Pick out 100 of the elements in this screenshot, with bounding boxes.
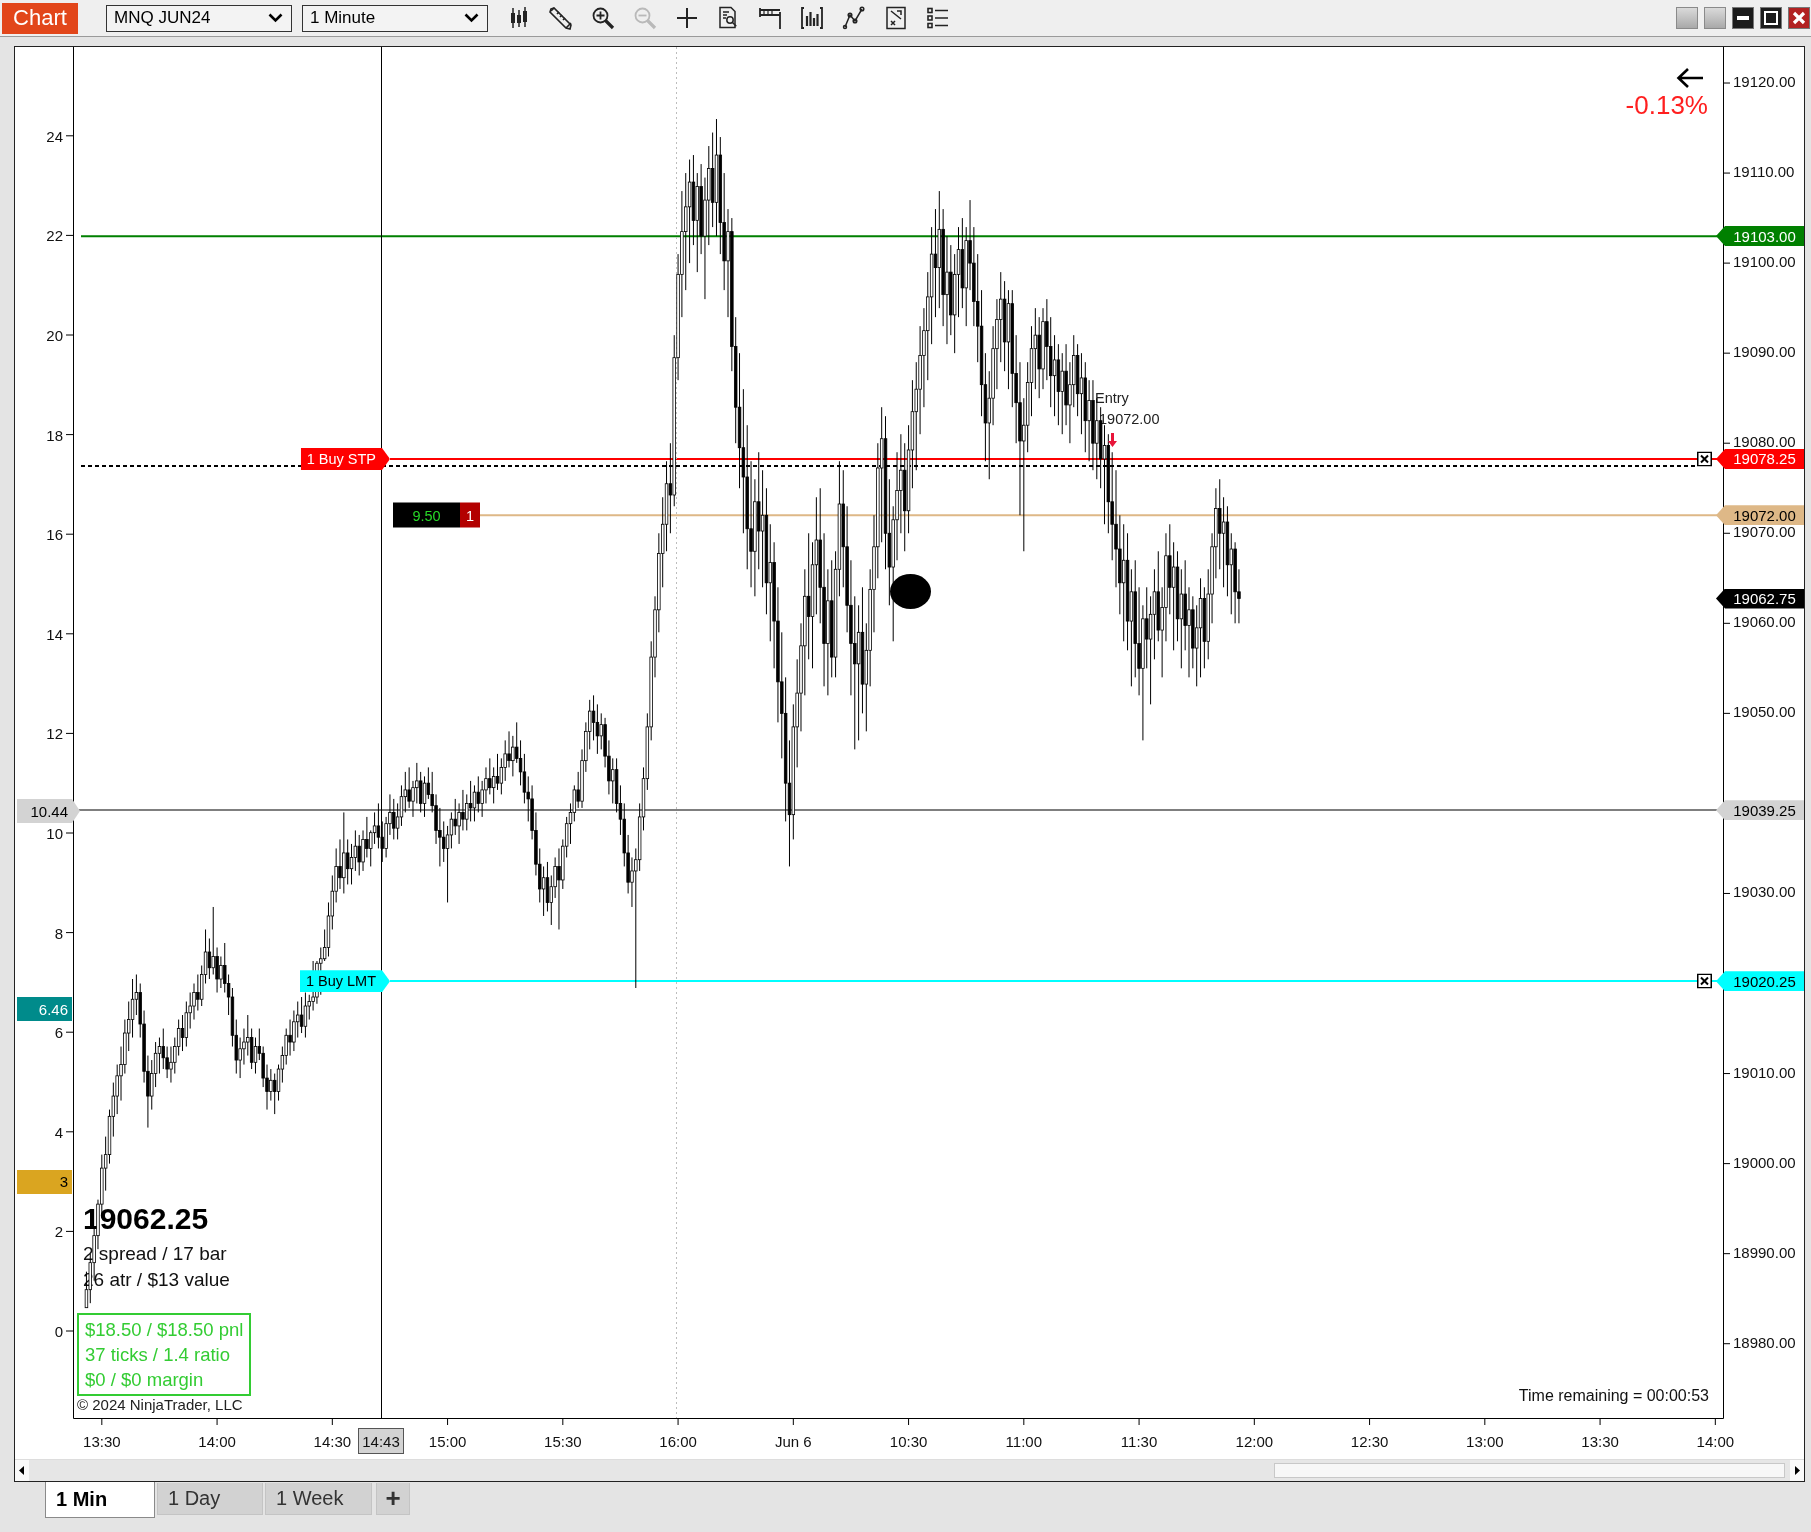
time-axis-label: 14:00	[1696, 1432, 1735, 1450]
time-axis-label: 13:30	[83, 1432, 121, 1450]
candlestick	[376, 802, 381, 849]
pnl-text: 37 ticks / 1.4 ratio	[85, 1343, 231, 1367]
candlestick	[1145, 586, 1149, 669]
candlestick	[303, 992, 308, 1039]
price-axis-label: 19110.00	[1733, 163, 1795, 179]
close-button[interactable]	[1788, 7, 1810, 29]
pencil-icon[interactable]	[548, 6, 573, 30]
candlestick	[461, 789, 465, 831]
time-axis-label: 15:00	[428, 1432, 467, 1450]
candlestick	[1187, 586, 1191, 678]
time-axis-label: 12:00	[1235, 1432, 1274, 1450]
indicator-axis-label: 0	[54, 1322, 63, 1340]
bar-chart-icon[interactable]	[800, 6, 825, 30]
entry-label: Entry	[1095, 390, 1129, 407]
time-axis-label: 12:30	[1350, 1432, 1389, 1450]
candlestick	[933, 208, 938, 318]
maximize-button[interactable]	[1760, 7, 1782, 29]
candlestick	[541, 865, 546, 917]
indicator-flag: 6.46	[17, 997, 72, 1022]
crosshair-icon[interactable]	[674, 6, 699, 30]
instrument-dropdown[interactable]: MNQ JUN24	[106, 4, 292, 32]
candlestick	[418, 771, 423, 813]
candlestick	[557, 847, 561, 930]
candlestick	[180, 1014, 185, 1052]
chevron-down-icon	[268, 13, 283, 23]
interval-dropdown[interactable]: 1 Minute	[302, 4, 488, 32]
price-flag: 19039.25	[1716, 800, 1804, 821]
candlestick	[1079, 352, 1084, 435]
zoom-in-icon[interactable]	[590, 6, 615, 30]
document-chart-icon[interactable]	[884, 6, 908, 30]
time-axis-label: 11:30	[1120, 1432, 1158, 1450]
crosshair-time-label: 14:43	[358, 1428, 404, 1454]
candlestick	[1087, 379, 1091, 462]
price-flag: 19078.25	[1716, 448, 1804, 469]
change-percent: -0.13%	[1625, 90, 1708, 120]
candlestick	[338, 838, 342, 890]
price-axis-label: 19070.00	[1733, 523, 1796, 539]
chart-menu-button[interactable]: Chart	[2, 2, 78, 34]
tab[interactable]: 1 Day	[157, 1483, 263, 1515]
price-axis-label: 19060.00	[1733, 613, 1796, 629]
candlestick	[472, 784, 477, 822]
candlestick	[299, 996, 304, 1034]
candlestick	[219, 956, 223, 989]
indicator-axis-label: 18	[46, 426, 63, 444]
indicator-axis-label: 22	[46, 226, 63, 244]
add-tab-button[interactable]: +	[376, 1483, 410, 1515]
indicator-axis-label: 16	[46, 525, 63, 543]
list-icon[interactable]	[925, 6, 950, 30]
candlestick	[253, 1037, 258, 1075]
price-flag: 19072.00	[1716, 505, 1804, 526]
candlestick	[211, 906, 215, 976]
indicator-axis-label: 6	[54, 1023, 63, 1041]
price-flag: 19020.25	[1716, 971, 1804, 992]
scrollbar-thumb[interactable]	[1274, 1463, 1785, 1478]
candlestick	[357, 834, 361, 876]
candlestick	[1060, 352, 1064, 435]
price-axis-label: 19030.00	[1733, 883, 1796, 899]
candlestick	[372, 811, 377, 845]
indicator-axis-label: 12	[46, 724, 63, 742]
candlestick	[1122, 523, 1126, 642]
time-axis-label: Jun 6	[774, 1432, 812, 1450]
close-icon[interactable]	[1697, 451, 1712, 467]
candlestick	[1052, 334, 1057, 417]
chevron-down-icon	[464, 13, 479, 23]
price-axis-label: 19090.00	[1733, 343, 1796, 359]
order-tag[interactable]: 1 Buy STP	[300, 447, 390, 470]
caret-left-icon[interactable]	[15, 1460, 29, 1481]
candlestick	[499, 757, 504, 795]
minimize-button[interactable]	[1732, 7, 1754, 29]
price-axis-label: 19080.00	[1733, 433, 1796, 449]
candlestick	[1221, 496, 1226, 588]
candlestick	[453, 798, 457, 836]
candlestick	[611, 757, 615, 804]
caret-right-icon[interactable]	[1790, 1460, 1804, 1481]
pnl-text: $0 / $0 margin	[85, 1368, 205, 1392]
candlestick	[207, 937, 212, 980]
candlestick	[495, 753, 500, 791]
indicator-axis-label: 24	[46, 127, 63, 145]
indicator-axis-label: 4	[54, 1123, 63, 1141]
line-chart-icon[interactable]	[842, 6, 867, 30]
price-axis-label: 19120.00	[1733, 73, 1796, 89]
price-axis-label: 19000.00	[1733, 1154, 1796, 1170]
indicator-axis-label: 14	[46, 625, 63, 643]
tab[interactable]: 1 Week	[265, 1483, 372, 1515]
close-icon[interactable]	[1697, 973, 1712, 989]
bracket-lines-icon[interactable]	[758, 6, 783, 30]
candlestick	[269, 1068, 273, 1102]
candlestick	[468, 780, 473, 822]
candlestick	[760, 469, 765, 588]
order-tag[interactable]: 1 Buy LMT	[299, 970, 390, 993]
price-flag: 19103.00	[1716, 226, 1804, 247]
minimize-icon	[1737, 16, 1749, 20]
tab[interactable]: 1 Min	[45, 1482, 155, 1518]
copyright-text: © 2024 NinjaTrader, LLC	[77, 1396, 243, 1413]
price-axis-label: 19010.00	[1733, 1064, 1796, 1080]
candlestick	[476, 775, 480, 813]
price-axis-label: 18980.00	[1733, 1334, 1796, 1350]
time-axis-label: 10:30	[889, 1432, 928, 1450]
